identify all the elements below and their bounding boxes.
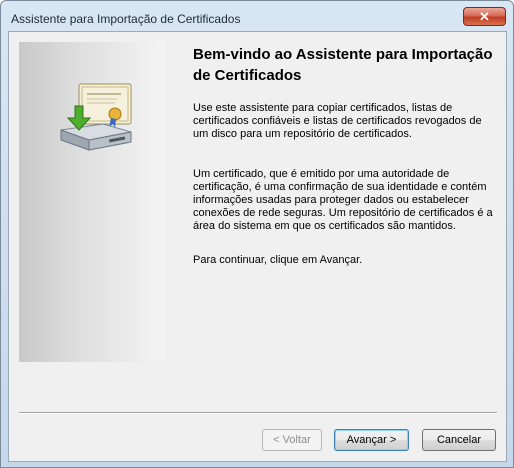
- intro-paragraph: Use este assistente para copiar certific…: [193, 102, 482, 140]
- instruction-paragraph: Para continuar, clique em Avançar.: [193, 254, 363, 266]
- close-icon: ✕: [479, 8, 490, 24]
- footer-separator: [19, 412, 497, 414]
- wizard-window: Assistente para Importação de Certificad…: [0, 0, 514, 468]
- cancel-button[interactable]: Cancelar: [422, 429, 496, 451]
- wizard-body: Bem-vindo ao Assistente para Importação …: [8, 31, 507, 462]
- wizard-side-banner: [19, 42, 165, 362]
- window-title: Assistente para Importação de Certificad…: [11, 12, 241, 26]
- description-paragraph: Um certificado, que é emitido por uma au…: [193, 168, 493, 232]
- title-bar[interactable]: Assistente para Importação de Certificad…: [1, 1, 513, 31]
- back-button[interactable]: < Voltar: [262, 429, 322, 451]
- certificate-import-icon: [60, 83, 132, 151]
- page-title: Bem-vindo ao Assistente para Importação …: [193, 46, 493, 84]
- next-button[interactable]: Avançar >: [334, 429, 409, 451]
- close-button[interactable]: ✕: [463, 7, 506, 26]
